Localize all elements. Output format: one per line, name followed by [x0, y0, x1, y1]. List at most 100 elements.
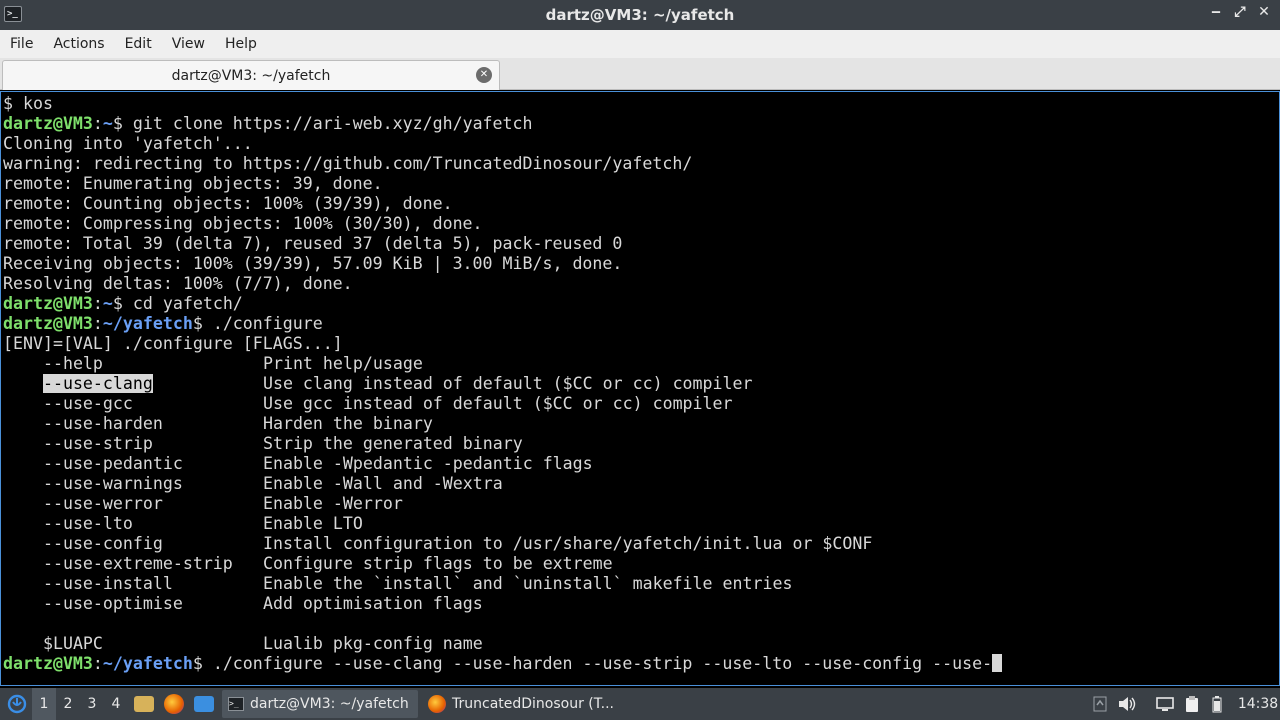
output-line: Cloning into 'yafetch'... [3, 134, 253, 153]
option-line: --use-pedantic Enable -Wpedantic -pedanti… [3, 454, 1279, 474]
option-flag-column: --use-strip [43, 434, 263, 454]
menu-actions[interactable]: Actions [43, 36, 114, 52]
menu-edit[interactable]: Edit [115, 36, 162, 52]
prompt-path: ~ [102, 294, 113, 313]
option-flag: $LUAPC [42, 634, 103, 653]
option-line: $LUAPC Lualib pkg-config name [3, 634, 1279, 654]
output-line: Resolving deltas: 100% (7/7), done. [3, 274, 353, 293]
tab-terminal[interactable]: dartz@VM3: ~/yafetch ✕ [2, 60, 500, 90]
prompt-path: ~/yafetch [102, 314, 193, 333]
option-flag-column: --use-install [43, 574, 263, 594]
option-line: --use-warnings Enable -Wall and -Wextra [3, 474, 1279, 494]
option-flag-column: --use-optimise [43, 594, 263, 614]
option-description: Enable the `install` and `uninstall` mak… [262, 574, 793, 593]
clock[interactable]: 14:38 [1236, 688, 1280, 720]
option-flag-column: --use-werror [43, 494, 263, 514]
network-icon[interactable] [1154, 688, 1176, 720]
option-description: Enable -Werror [262, 494, 403, 513]
prompt-command: $ git clone https://ari-web.xyz/gh/yafet… [112, 114, 533, 133]
prompt-command: $ ./configure [192, 314, 323, 333]
menu-file[interactable]: File [0, 36, 43, 52]
start-menu-button[interactable] [4, 688, 30, 720]
terminal-app-icon: >_ [4, 6, 22, 22]
option-line: --use-config Install configuration to /us… [3, 534, 1279, 554]
option-flag-column: $LUAPC [43, 634, 263, 654]
option-flag-column: --use-config [43, 534, 263, 554]
terminal-output[interactable]: $ kos dartz@VM3:~$ git clone https://ari-… [0, 91, 1280, 686]
option-description: Install configuration to /usr/share/yafe… [262, 534, 873, 553]
option-flag-column: --use-pedantic [43, 454, 263, 474]
tab-close-icon[interactable]: ✕ [476, 67, 492, 83]
firefox-launcher[interactable] [164, 688, 184, 720]
option-description: Strip the generated binary [262, 434, 523, 453]
output-line: remote: Counting objects: 100% (39/39), … [3, 194, 453, 213]
option-flag: --use-strip [42, 434, 153, 453]
workspace-2[interactable]: 2 [56, 688, 80, 720]
option-description: Enable LTO [262, 514, 363, 533]
text-cursor [992, 654, 1003, 672]
prompt-line: dartz@VM3:~/yafetch$ ./configure [3, 314, 1279, 334]
option-flag: --use-pedantic [42, 454, 183, 473]
menu-help[interactable]: Help [215, 36, 267, 52]
option-flag-column: --use-clang [42, 374, 263, 394]
prompt-user: dartz@VM3 [3, 114, 93, 133]
volume-icon[interactable] [1116, 688, 1138, 720]
option-line: --use-install Enable the `install` and `u… [3, 574, 1279, 594]
option-description: Use clang instead of default ($CC or cc)… [262, 374, 753, 393]
option-line: --use-gcc Use gcc instead of default ($CC… [3, 394, 1279, 414]
option-line: --use-lto Enable LTO [3, 514, 1279, 534]
close-button[interactable]: ✕ [1258, 4, 1270, 20]
menu-view[interactable]: View [162, 36, 215, 52]
workspace-3[interactable]: 3 [80, 688, 104, 720]
option-flag-column: --use-extreme-strip [43, 554, 263, 574]
prompt-line: dartz@VM3:~$ cd yafetch/ [3, 294, 1279, 314]
option-flag-column: --help [43, 354, 263, 374]
prompt-user: dartz@VM3 [3, 314, 93, 333]
menu-bar: File Actions Edit View Help [0, 30, 1280, 58]
clipboard-icon[interactable] [1182, 688, 1202, 720]
option-flag: --use-optimise [42, 594, 183, 613]
show-desktop-button[interactable] [194, 688, 214, 720]
start-menu-icon [7, 694, 27, 714]
firefox-icon [164, 694, 184, 714]
minimize-button[interactable]: ‒ [1210, 4, 1222, 20]
option-description: Enable -Wall and -Wextra [262, 474, 503, 493]
prompt-line: dartz@VM3:~/yafetch$ ./configure --use-c… [3, 654, 1279, 674]
workspace-4[interactable]: 4 [104, 688, 128, 720]
taskbar: 1 2 3 4 >_ dartz@VM3: ~/yafetch Truncate… [0, 688, 1280, 720]
file-manager-launcher[interactable] [134, 688, 154, 720]
option-line: --help Print help/usage [3, 354, 1279, 374]
option-flag: --use-config [42, 534, 163, 553]
option-flag-column: --use-harden [43, 414, 263, 434]
option-description: Enable -Wpedantic -pedantic flags [262, 454, 593, 473]
tab-label: dartz@VM3: ~/yafetch [171, 67, 331, 84]
option-flag: --use-install [42, 574, 173, 593]
option-line [3, 614, 1279, 634]
option-flag: --use-harden [42, 414, 163, 433]
option-description: Lualib pkg-config name [262, 634, 483, 653]
tray-expand-icon[interactable] [1090, 688, 1110, 720]
task-terminal[interactable]: >_ dartz@VM3: ~/yafetch [222, 690, 418, 718]
maximize-button[interactable]: ⤢ [1234, 4, 1246, 20]
option-flag: --use-lto [42, 514, 133, 533]
task-firefox[interactable]: TruncatedDinosour (T... [422, 690, 622, 718]
option-flag: --use-extreme-strip [42, 554, 233, 573]
battery-icon[interactable] [1208, 688, 1226, 720]
option-line: --use-extreme-strip Configure strip flags… [3, 554, 1279, 574]
option-description: Configure strip flags to be extreme [262, 554, 613, 573]
option-line: --use-optimise Add optimisation flags [3, 594, 1279, 614]
option-flag: --use-clang [42, 374, 153, 393]
prompt-user: dartz@VM3 [3, 654, 93, 673]
firefox-icon [428, 695, 446, 713]
window-titlebar[interactable]: >_ dartz@VM3: ~/yafetch ‒ ⤢ ✕ [0, 0, 1280, 30]
option-flag-column: --use-warnings [43, 474, 263, 494]
task-label: TruncatedDinosour (T... [452, 696, 615, 712]
option-line: --use-harden Harden the binary [3, 414, 1279, 434]
option-description: Harden the binary [262, 414, 433, 433]
option-flag: --use-gcc [42, 394, 133, 413]
output-line: $ kos [3, 94, 53, 113]
workspace-1[interactable]: 1 [32, 688, 56, 720]
prompt-separator: : [92, 114, 103, 133]
terminal-icon: >_ [228, 697, 244, 711]
prompt-separator: : [92, 654, 103, 673]
